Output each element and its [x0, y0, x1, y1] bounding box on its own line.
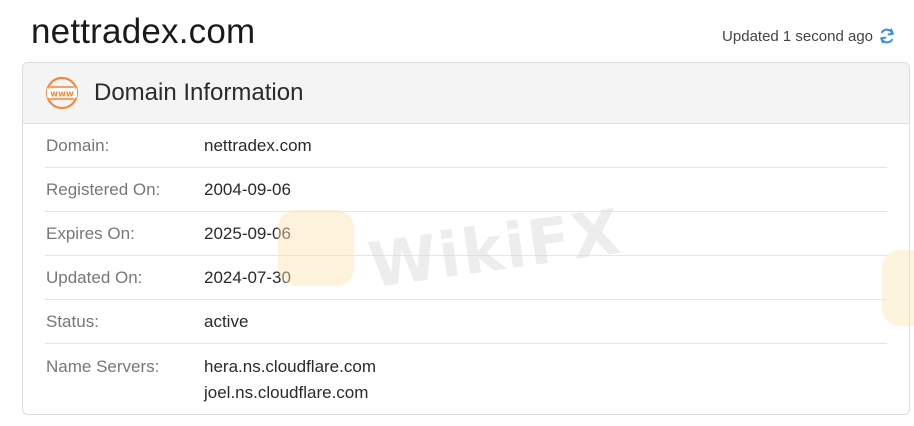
- row-registered-on: Registered On: 2004-09-06: [45, 168, 887, 212]
- row-value: nettradex.com: [204, 135, 312, 155]
- updated-text: Updated 1 second ago: [722, 27, 873, 45]
- row-label: Name Servers:: [46, 357, 160, 376]
- row-label: Registered On:: [46, 179, 161, 199]
- domain-info-card: www Domain Information Domain: nettradex…: [22, 62, 910, 415]
- row-label: Updated On:: [46, 267, 143, 287]
- info-rows: Domain: nettradex.com Registered On: 200…: [23, 124, 909, 406]
- page: nettradex.com Updated 1 second ago www D…: [0, 0, 914, 426]
- www-icon: www: [45, 76, 79, 110]
- row-value: 2024-07-30: [204, 267, 291, 287]
- row-value: 2004-09-06: [204, 179, 291, 199]
- row-label: Expires On:: [46, 223, 135, 243]
- card-title: Domain Information: [94, 79, 304, 106]
- row-status: Status: active: [45, 300, 887, 344]
- name-server-item: joel.ns.cloudflare.com: [204, 383, 369, 402]
- row-value: 2025-09-06: [204, 223, 291, 243]
- page-title: nettradex.com: [31, 12, 256, 51]
- www-icon-label: www: [50, 90, 74, 100]
- status-value: active: [204, 311, 249, 331]
- row-label: Status:: [46, 311, 99, 331]
- row-updated-on: Updated On: 2024-07-30: [45, 256, 887, 300]
- row-expires-on: Expires On: 2025-09-06: [45, 212, 887, 256]
- refresh-icon[interactable]: [878, 27, 896, 45]
- row-domain: Domain: nettradex.com: [45, 124, 887, 168]
- row-label: Domain:: [46, 135, 110, 155]
- name-server-list: hera.ns.cloudflare.com joel.ns.cloudflar…: [204, 354, 376, 406]
- updated-status: Updated 1 second ago: [722, 27, 896, 45]
- name-server-item: hera.ns.cloudflare.com: [204, 357, 376, 376]
- card-header: www Domain Information: [23, 63, 909, 124]
- row-name-servers: Name Servers: hera.ns.cloudflare.com joe…: [45, 344, 887, 406]
